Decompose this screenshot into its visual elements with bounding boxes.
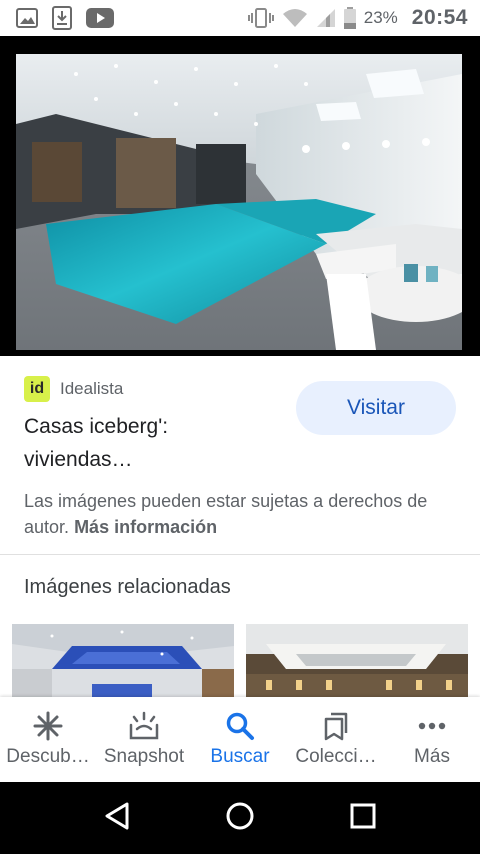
source-row[interactable]: id Idealista (24, 376, 123, 402)
related-heading: Imágenes relacionadas (24, 576, 231, 598)
recents-icon[interactable] (349, 802, 377, 835)
related-image-1[interactable] (12, 624, 234, 704)
sparkle-icon (33, 710, 63, 742)
nav-more[interactable]: Más (384, 697, 480, 782)
more-info-link[interactable]: Más información (74, 517, 217, 537)
nav-discover-label: Descub… (6, 746, 90, 767)
bottom-navigation: Descub… Snapshot Buscar Colecci… Más (0, 697, 480, 782)
nav-more-label: Más (414, 746, 450, 767)
youtube-icon (86, 8, 114, 28)
visit-button[interactable]: Visitar (296, 381, 456, 435)
clock: 20:54 (411, 6, 468, 29)
home-icon[interactable] (225, 801, 255, 836)
main-image[interactable] (16, 54, 462, 350)
result-title[interactable]: Casas iceberg': viviendas… (24, 410, 274, 476)
nav-snapshot-label: Snapshot (103, 746, 185, 767)
result-info: id Idealista Casas iceberg': viviendas… … (0, 356, 480, 554)
signal-icon (316, 8, 336, 28)
wifi-icon (282, 8, 308, 28)
image-viewer[interactable] (0, 36, 480, 356)
source-name[interactable]: Idealista (60, 379, 123, 399)
notification-icons (16, 6, 114, 30)
nav-collections[interactable]: Colecci… (288, 697, 384, 782)
source-logo: id (24, 376, 50, 402)
nav-search[interactable]: Buscar (192, 697, 288, 782)
snapshot-icon (128, 710, 160, 742)
vibrate-icon (247, 7, 274, 29)
battery-icon (343, 7, 356, 29)
search-icon (225, 710, 255, 742)
nav-snapshot[interactable]: Snapshot (96, 697, 192, 782)
status-bar: 23% 20:54 (0, 0, 480, 36)
divider (0, 554, 480, 555)
back-icon[interactable] (103, 801, 131, 836)
nav-search-label: Buscar (210, 746, 270, 767)
related-image-2[interactable] (246, 624, 468, 704)
battery-percent: 23% (363, 8, 398, 27)
nav-discover[interactable]: Descub… (0, 697, 96, 782)
nav-collections-label: Colecci… (295, 746, 377, 767)
download-icon (52, 6, 72, 30)
gallery-icon (16, 8, 38, 28)
bookmarks-icon (322, 710, 350, 742)
system-navigation-bar (0, 782, 480, 854)
copyright-notice: Las imágenes pueden estar sujetas a dere… (24, 488, 464, 540)
more-dots-icon (417, 710, 447, 742)
system-status: 23% 20:54 (247, 6, 468, 30)
